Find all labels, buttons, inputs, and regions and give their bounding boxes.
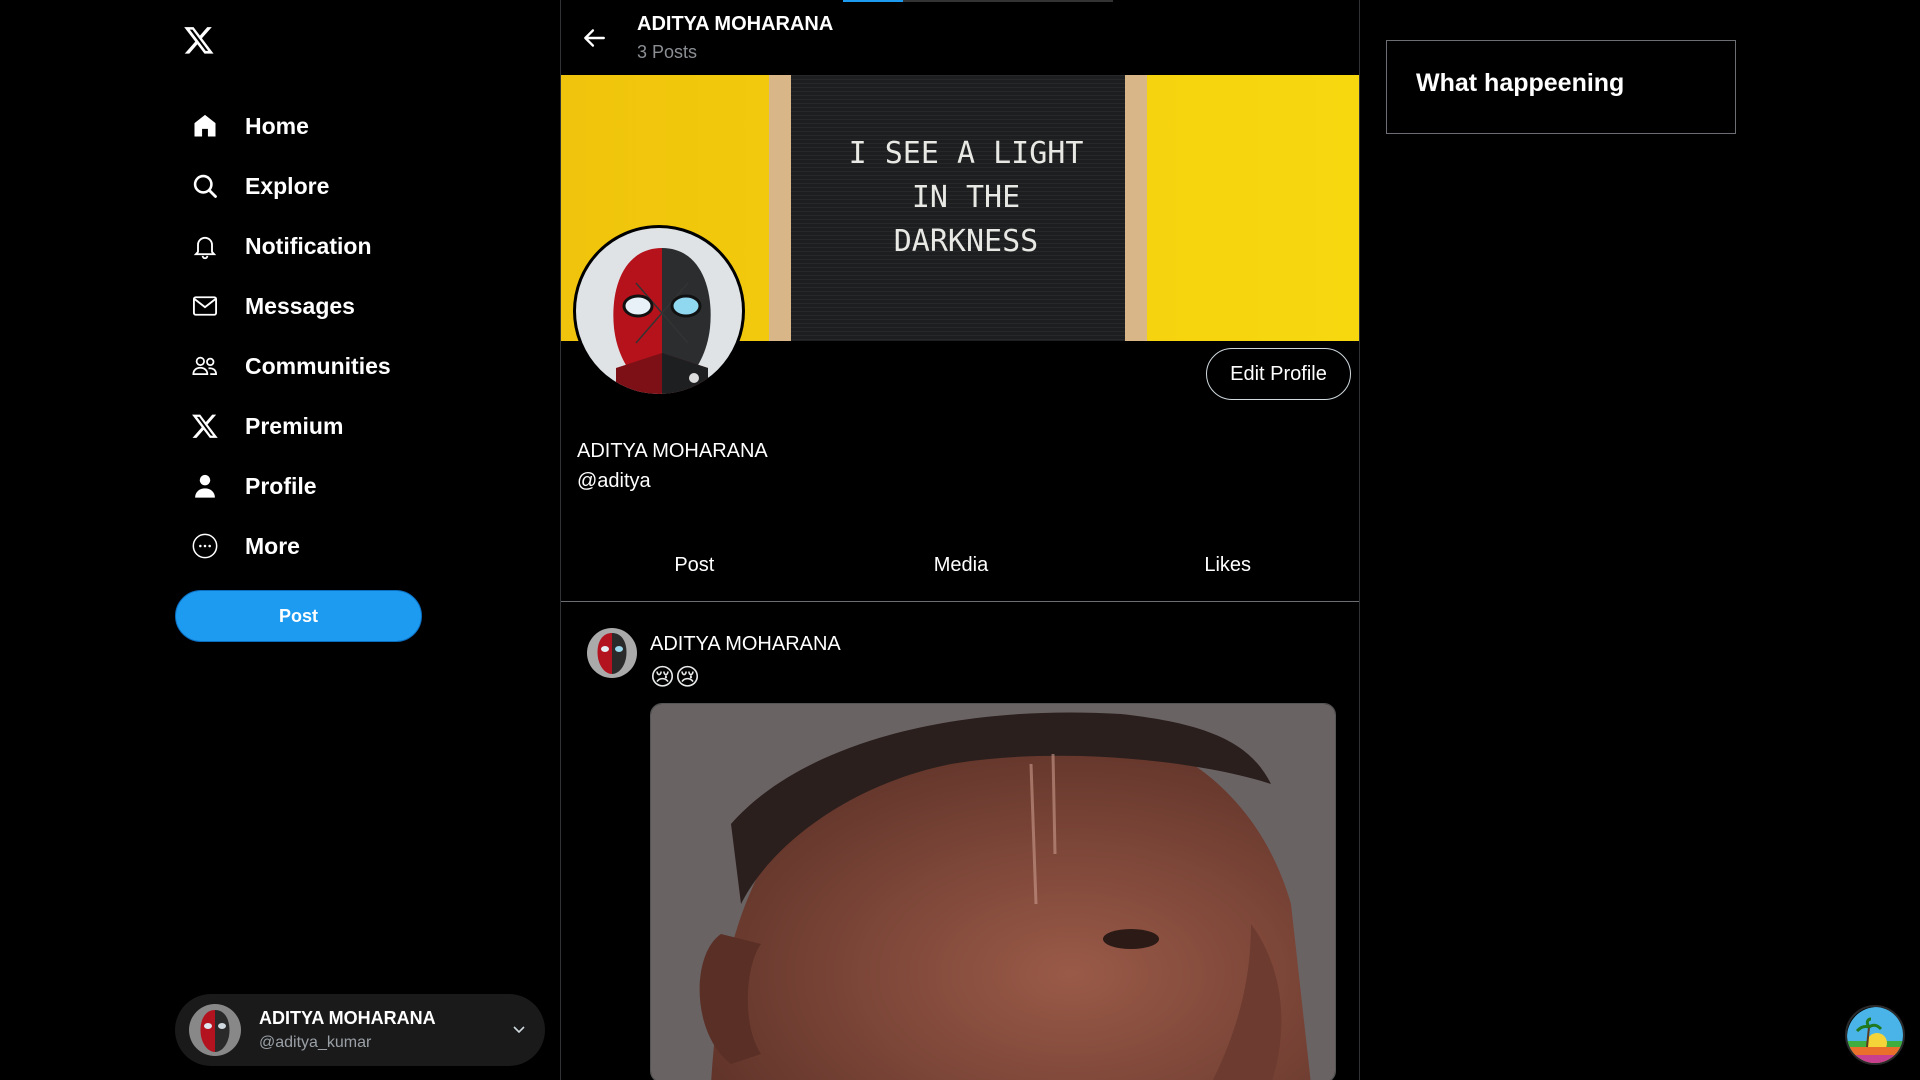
nav-item-home[interactable]: Home xyxy=(190,96,391,156)
header-title: ADITYA MOHARANA xyxy=(637,13,834,35)
post-item[interactable]: ADITYA MOHARANA 😢😢 xyxy=(561,603,1359,1080)
post-button[interactable]: Post xyxy=(175,590,422,642)
x-logo-icon xyxy=(190,411,220,441)
post-text: 😢😢 xyxy=(650,664,701,691)
panel-title: What happeening xyxy=(1416,69,1625,97)
banner-line: IN THE xyxy=(912,180,1020,215)
nav-label: Communities xyxy=(245,352,391,379)
main-nav: Home Explore Notification Messages Commu… xyxy=(190,96,391,576)
nav-item-notification[interactable]: Notification xyxy=(190,216,391,276)
nav-item-messages[interactable]: Messages xyxy=(190,276,391,336)
bell-icon xyxy=(190,231,220,261)
home-icon xyxy=(190,111,220,141)
more-circle-icon xyxy=(190,531,220,561)
floating-extension-icon[interactable] xyxy=(1845,1005,1905,1065)
mail-icon xyxy=(190,291,220,321)
account-switcher[interactable]: ADITYA MOHARANA @aditya_kumar xyxy=(175,994,545,1066)
banner-line: I SEE A LIGHT xyxy=(849,136,1084,171)
people-icon xyxy=(190,351,220,381)
account-name: ADITYA MOHARANA xyxy=(259,1008,436,1028)
nav-item-profile[interactable]: Profile xyxy=(190,456,391,516)
profile-name: ADITYA MOHARANA xyxy=(577,440,768,462)
post-author: ADITYA MOHARANA xyxy=(650,633,841,655)
account-text: ADITYA MOHARANA @aditya_kumar xyxy=(259,1008,436,1052)
whats-happening-panel: What happeening xyxy=(1386,40,1736,134)
nav-item-more[interactable]: More xyxy=(190,516,391,576)
nav-label: Messages xyxy=(245,292,355,319)
avatar xyxy=(189,1004,241,1056)
app-root: Home Explore Notification Messages Commu… xyxy=(0,0,1920,1080)
nav-label: Premium xyxy=(245,412,344,439)
edit-profile-button[interactable]: Edit Profile xyxy=(1206,348,1351,400)
nav-item-premium[interactable]: Premium xyxy=(190,396,391,456)
search-icon xyxy=(190,171,220,201)
header-post-count: 3 Posts xyxy=(637,42,698,62)
avatar[interactable] xyxy=(587,628,637,678)
post-media-image[interactable] xyxy=(650,703,1336,1080)
nav-label: Notification xyxy=(245,232,372,259)
back-arrow-icon[interactable] xyxy=(581,25,607,51)
account-handle: @aditya_kumar xyxy=(259,1034,372,1051)
person-icon xyxy=(190,471,220,501)
loading-bar xyxy=(843,0,1113,2)
profile-avatar[interactable] xyxy=(573,225,745,397)
x-logo-icon[interactable] xyxy=(183,24,215,56)
nav-item-communities[interactable]: Communities xyxy=(190,336,391,396)
profile-tabs: Post Media Likes xyxy=(561,530,1359,602)
banner-line: DARKNESS xyxy=(894,224,1039,259)
nav-label: Explore xyxy=(245,172,330,199)
tab-media[interactable]: Media xyxy=(828,530,1095,601)
tab-likes[interactable]: Likes xyxy=(1094,530,1359,601)
nav-label: Profile xyxy=(245,472,317,499)
nav-label: Home xyxy=(245,112,309,139)
tab-post[interactable]: Post xyxy=(561,530,828,601)
nav-item-explore[interactable]: Explore xyxy=(190,156,391,216)
chevron-down-icon xyxy=(511,1021,527,1037)
profile-header-bar: ADITYA MOHARANA 3 Posts xyxy=(561,0,1359,75)
left-sidebar: Home Explore Notification Messages Commu… xyxy=(0,0,560,1080)
profile-column: ADITYA MOHARANA 3 Posts I SEE A LIGHT IN… xyxy=(560,0,1360,1080)
nav-label: More xyxy=(245,532,300,559)
profile-handle: @aditya xyxy=(577,470,651,492)
